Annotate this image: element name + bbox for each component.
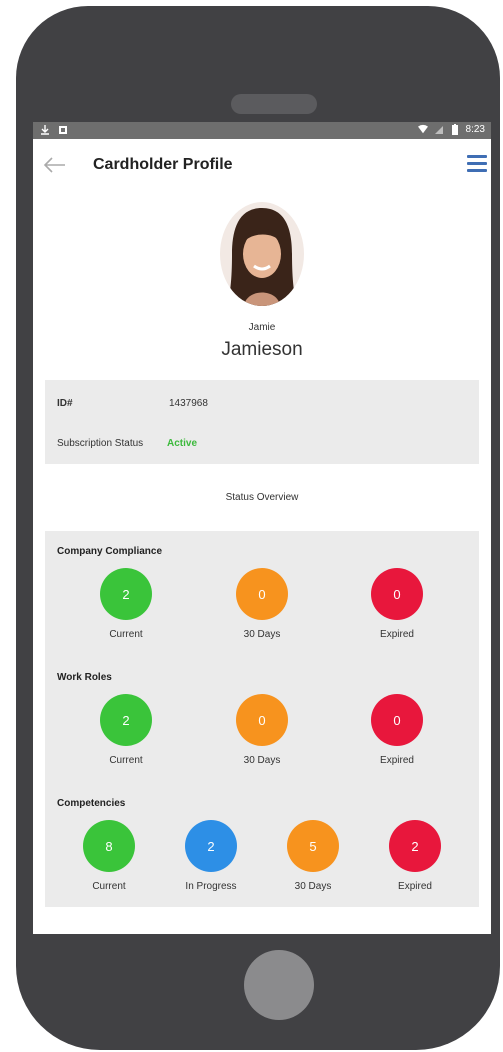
status-bar: 8:23 (33, 122, 491, 139)
work-expired-label: Expired (380, 755, 414, 766)
wifi-icon (417, 124, 428, 134)
comp-current-label: Current (92, 881, 126, 892)
speaker-grille (231, 94, 317, 114)
work-current-circle[interactable]: 2 (100, 694, 152, 746)
comp-current-circle[interactable]: 8 (83, 820, 135, 872)
comp-inprogress-label: In Progress (185, 881, 237, 892)
hamburger-menu-icon[interactable] (467, 155, 487, 175)
company-current-circle[interactable]: 2 (100, 568, 152, 620)
battery-icon (451, 124, 458, 135)
app-notification-icon (59, 126, 67, 134)
subscription-label: Subscription Status (57, 438, 144, 449)
competencies-title: Competencies (57, 798, 126, 809)
work-30days-circle[interactable]: 0 (236, 694, 288, 746)
app-header: Cardholder Profile (33, 139, 491, 193)
id-value: 1437968 (169, 398, 208, 409)
home-button[interactable] (244, 950, 314, 1020)
company-expired-label: Expired (380, 629, 414, 640)
company-compliance-title: Company Compliance (57, 546, 163, 557)
app-screen: 8:23 Cardholder Profile Jamie Jamieson I… (33, 122, 491, 934)
company-30days-circle[interactable]: 0 (236, 568, 288, 620)
company-expired-circle[interactable]: 0 (371, 568, 423, 620)
work-30days-label: 30 Days (243, 755, 281, 766)
comp-inprogress-circle[interactable]: 2 (185, 820, 237, 872)
work-expired-circle[interactable]: 0 (371, 694, 423, 746)
page-title: Cardholder Profile (93, 156, 233, 173)
download-icon (41, 125, 49, 135)
back-arrow-icon[interactable] (41, 152, 67, 178)
comp-30days-circle[interactable]: 5 (287, 820, 339, 872)
profile-avatar (220, 202, 304, 306)
id-label: ID# (57, 398, 73, 409)
company-current-label: Current (109, 629, 143, 640)
work-current-label: Current (109, 755, 143, 766)
company-30days-label: 30 Days (243, 629, 281, 640)
status-panel: Company Compliance 2 Current 0 30 Days 0… (45, 531, 479, 907)
clock: 8:23 (465, 124, 485, 135)
work-roles-title: Work Roles (57, 672, 112, 683)
comp-expired-circle[interactable]: 2 (389, 820, 441, 872)
info-panel: ID# 1437968 Subscription Status Active (45, 380, 479, 464)
comp-30days-label: 30 Days (294, 881, 332, 892)
signal-icon (434, 126, 443, 134)
first-name: Jamie (248, 322, 276, 333)
subscription-status: Active (167, 438, 198, 449)
status-overview-title: Status Overview (225, 492, 299, 503)
comp-expired-label: Expired (398, 881, 432, 892)
last-name: Jamieson (221, 339, 303, 360)
